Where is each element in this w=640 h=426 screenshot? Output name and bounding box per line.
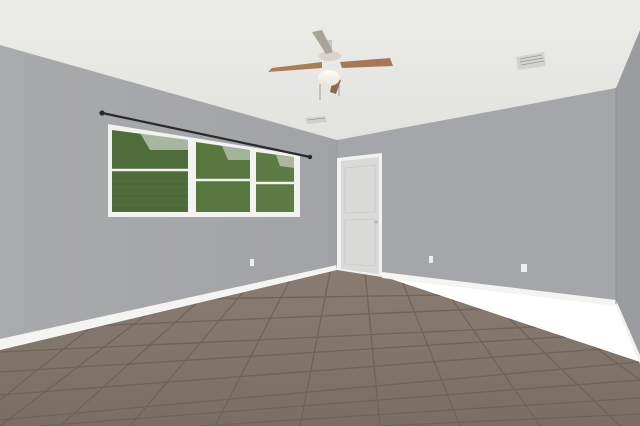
room-illustration <box>0 0 640 426</box>
electrical-outlet-left <box>250 259 254 266</box>
electrical-outlet-back-2 <box>521 264 527 272</box>
door-panel <box>341 157 379 274</box>
room-photo <box>0 0 640 426</box>
electrical-outlet-back-1 <box>429 256 433 263</box>
door <box>337 153 382 277</box>
fan-light <box>318 70 340 86</box>
door-knob <box>374 220 378 224</box>
